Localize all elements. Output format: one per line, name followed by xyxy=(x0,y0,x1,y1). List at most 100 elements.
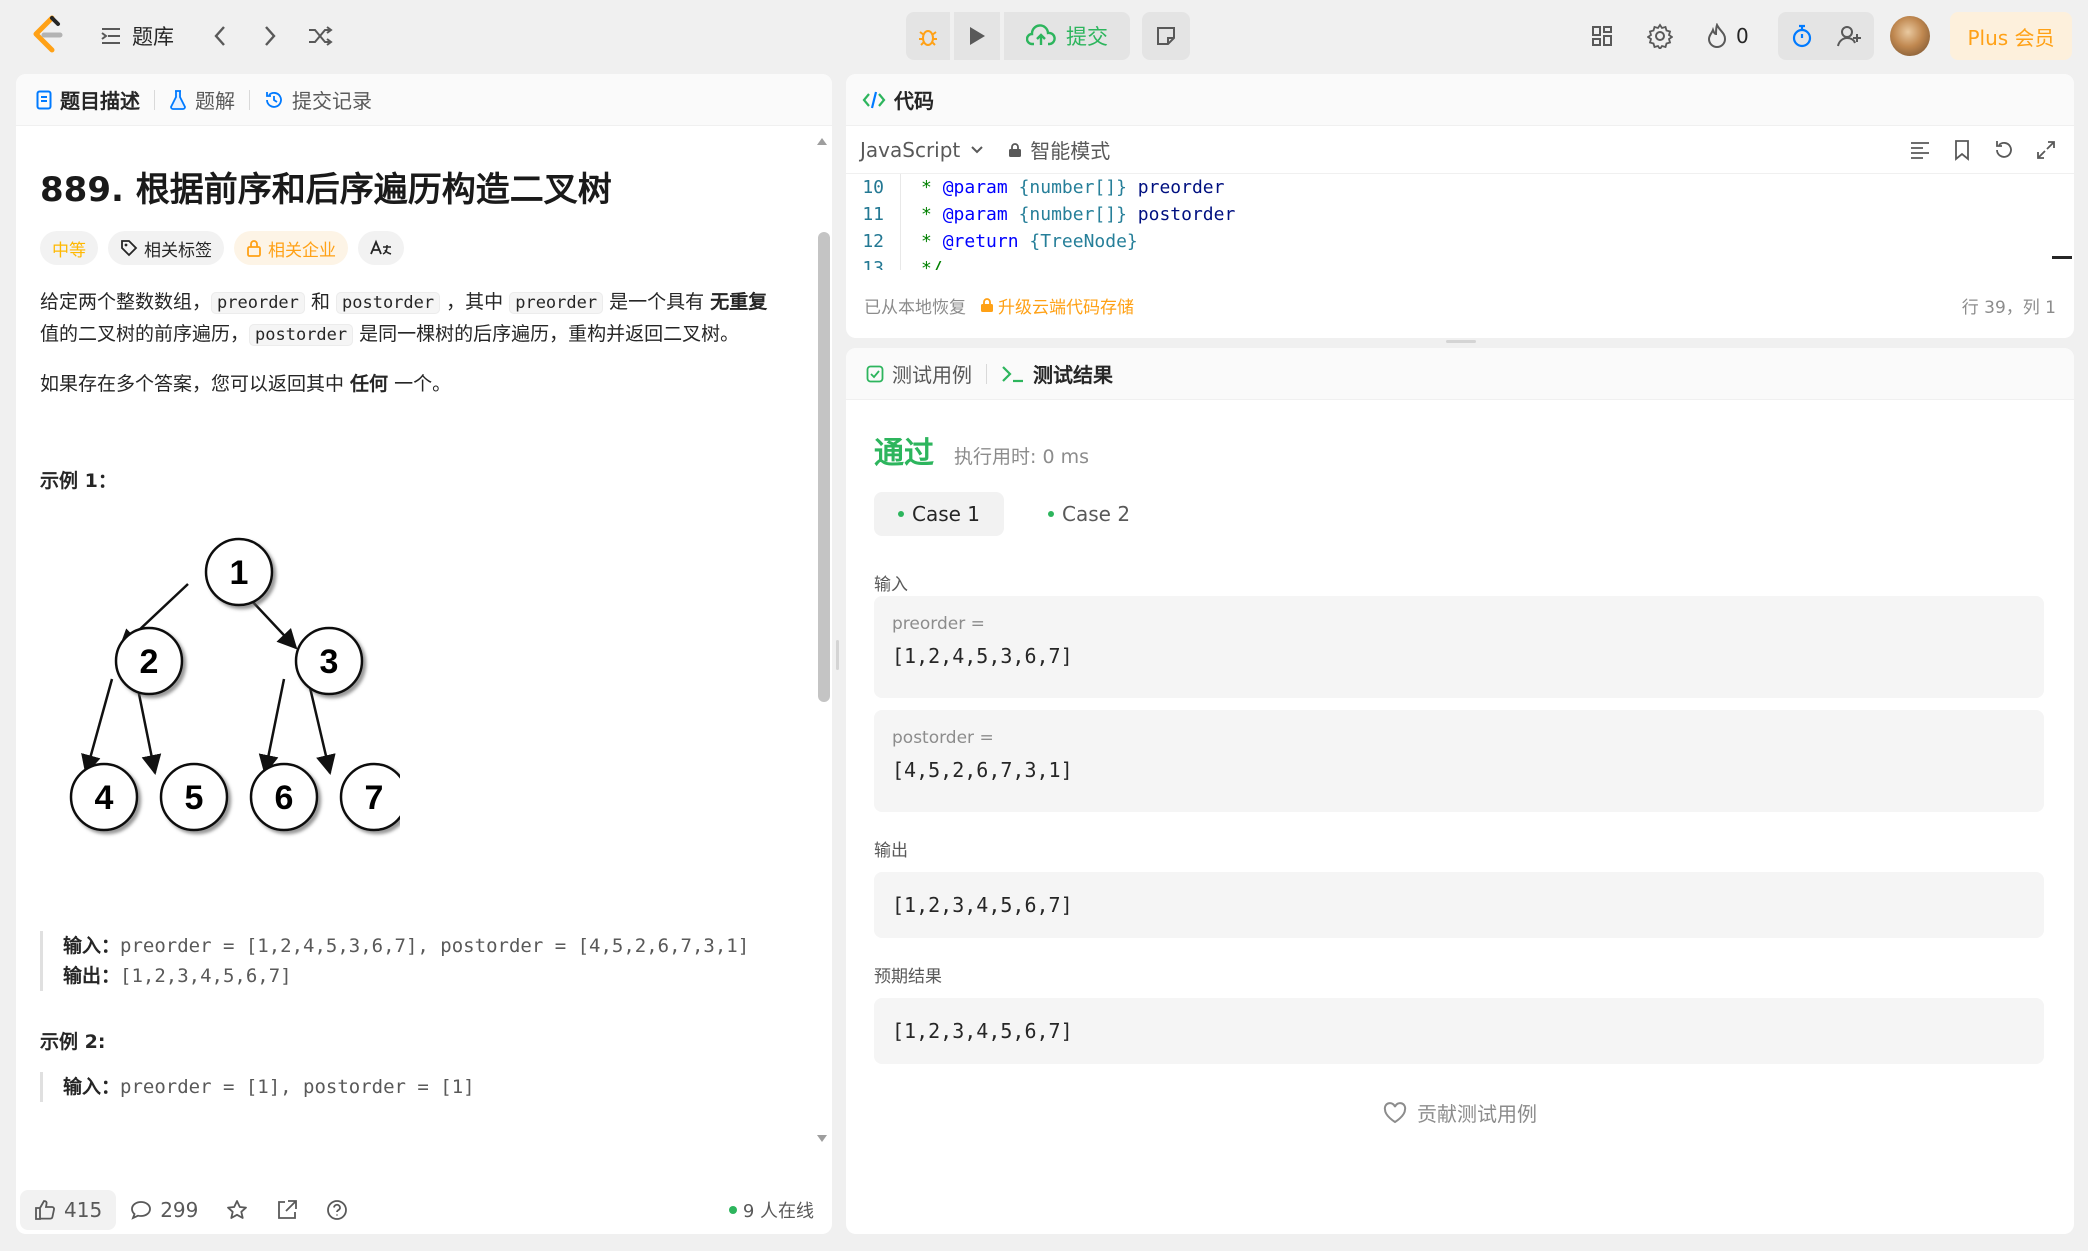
submit-button[interactable]: 提交 xyxy=(1004,12,1130,60)
bookmark-icon[interactable] xyxy=(1950,138,1974,162)
tree-node-label: 6 xyxy=(275,779,294,817)
comment-star: */ xyxy=(921,258,943,270)
related-topics-button[interactable]: 相关标签 xyxy=(108,231,224,265)
tag-icon xyxy=(121,240,138,257)
example-1-heading: 示例 1： xyxy=(40,470,117,492)
timer-group xyxy=(1778,12,1874,60)
output-box: [1,2,3,4,5,6,7] xyxy=(874,872,2044,938)
jsdoc-tag: @return xyxy=(942,231,1019,252)
lock-icon xyxy=(1009,142,1022,157)
tab-divider xyxy=(986,363,987,384)
favorite-button[interactable] xyxy=(212,1190,262,1230)
input-label: 输入： xyxy=(63,1076,121,1098)
jsdoc-type: {number[]} xyxy=(1018,204,1127,225)
text: 给定两个整数数组， xyxy=(40,291,212,313)
tab-divider xyxy=(154,89,155,110)
tab-case-1[interactable]: Case 1 xyxy=(874,492,1005,536)
scroll-up-icon[interactable] xyxy=(816,136,828,146)
tab-submissions[interactable]: 提交记录 xyxy=(264,85,372,114)
scroll-down-icon[interactable] xyxy=(816,1134,828,1144)
status-badge: 通过 xyxy=(874,436,934,471)
input-postorder-box[interactable]: postorder = [4,5,2,6,7,3,1] xyxy=(874,710,2044,812)
input-section-label: 输入 xyxy=(874,575,908,595)
input-value: [4,5,2,6,7,3,1] xyxy=(892,758,1073,782)
tree-node: 2 xyxy=(114,626,184,696)
like-count: 415 xyxy=(64,1198,103,1222)
tree-node: 4 xyxy=(69,762,139,832)
tree-node: 5 xyxy=(159,762,229,832)
streak-counter[interactable]: 0 xyxy=(1706,18,1749,54)
scrollbar-thumb[interactable] xyxy=(818,232,830,702)
companies-button[interactable]: 相关企业 xyxy=(234,231,348,265)
top-bar: 题库 提交 0 Plus 会员 xyxy=(0,0,2088,72)
help-button[interactable] xyxy=(312,1190,362,1230)
tree-node-label: 4 xyxy=(95,779,114,817)
problem-list-button[interactable]: 题库 xyxy=(100,20,174,52)
debug-button[interactable] xyxy=(906,12,950,60)
vertical-resize-handle[interactable] xyxy=(836,640,839,670)
jsdoc-type: {number[]} xyxy=(1018,177,1127,198)
plus-label: Plus 会员 xyxy=(1967,25,2055,50)
next-problem-button[interactable] xyxy=(252,18,288,54)
code-icon xyxy=(862,91,886,108)
tab-testcases[interactable]: 测试用例 xyxy=(866,359,972,388)
contribute-testcase-button[interactable]: 贡献测试用例 xyxy=(846,1098,2074,1127)
case-pass-dot xyxy=(898,511,904,517)
case-label: Case 1 xyxy=(912,502,981,526)
prev-problem-button[interactable] xyxy=(202,18,238,54)
chevron-down-icon xyxy=(971,145,983,153)
settings-button[interactable] xyxy=(1642,18,1678,54)
plus-membership-button[interactable]: Plus 会员 xyxy=(1950,12,2072,60)
text: 和 xyxy=(304,291,336,313)
inline-code: postorder xyxy=(249,324,354,346)
submit-label: 提交 xyxy=(1066,25,1108,49)
code-line[interactable]: 12 * @return {TreeNode} xyxy=(846,228,2056,255)
timer-button[interactable] xyxy=(1778,12,1826,60)
lock-icon xyxy=(247,240,261,257)
translate-button[interactable] xyxy=(358,231,404,265)
tab-case-2[interactable]: Case 2 xyxy=(1024,492,1154,536)
leetcode-logo[interactable] xyxy=(28,14,68,56)
problem-list-label: 题库 xyxy=(132,25,174,49)
tab-description[interactable]: 题目描述 xyxy=(36,85,140,114)
expand-icon[interactable] xyxy=(2034,138,2058,162)
tree-node: 7 xyxy=(339,762,400,832)
comment-star: * xyxy=(921,204,943,225)
avatar[interactable] xyxy=(1890,16,1930,56)
reset-icon[interactable] xyxy=(1992,138,2016,162)
horizontal-resize-handle[interactable] xyxy=(1446,340,1476,343)
format-icon[interactable] xyxy=(1908,138,1932,162)
restore-status: 已从本地恢复 xyxy=(864,297,966,318)
invite-button[interactable] xyxy=(1826,12,1874,60)
language-select[interactable]: JavaScript xyxy=(860,138,984,162)
text: ，其中 xyxy=(440,291,510,313)
flame-icon xyxy=(1707,23,1727,48)
comments-button[interactable]: 299 xyxy=(116,1190,212,1230)
jsdoc-param-name: preorder xyxy=(1137,177,1225,198)
random-problem-button[interactable] xyxy=(302,18,338,54)
share-button[interactable] xyxy=(262,1190,312,1230)
tab-code[interactable]: 代码 xyxy=(862,85,934,114)
output-section-label: 输出 xyxy=(874,841,908,861)
example-2-heading: 示例 2: xyxy=(40,1031,106,1053)
history-icon xyxy=(266,91,282,108)
tab-solutions[interactable]: 题解 xyxy=(169,85,235,114)
upgrade-storage-link[interactable]: 升级云端代码存储 xyxy=(980,293,1134,318)
like-button[interactable]: 415 xyxy=(20,1190,117,1230)
tree-node-label: 7 xyxy=(365,779,384,817)
code-line[interactable]: 13 */ xyxy=(846,255,2056,270)
output-value: [1,2,3,4,5,6,7] xyxy=(892,893,1073,917)
tab-submissions-label: 提交记录 xyxy=(292,89,372,113)
smart-mode-toggle[interactable]: 智能模式 xyxy=(1008,135,1110,164)
run-button[interactable] xyxy=(954,12,1000,60)
shuffle-icon xyxy=(309,26,333,46)
tab-test-result[interactable]: 测试结果 xyxy=(1001,359,1113,388)
code-editor[interactable]: 10 * @param {number[]} preorder 11 * @param… xyxy=(846,174,2056,270)
document-icon xyxy=(36,90,52,109)
terminal-icon xyxy=(1002,365,1023,382)
layout-button[interactable] xyxy=(1584,18,1620,54)
code-line[interactable]: 10 * @param {number[]} preorder xyxy=(846,174,2056,201)
input-preorder-box[interactable]: preorder = [1,2,4,5,3,6,7] xyxy=(874,596,2044,698)
code-line[interactable]: 11 * @param {number[]} postorder xyxy=(846,201,2056,228)
notes-button[interactable] xyxy=(1142,12,1190,60)
